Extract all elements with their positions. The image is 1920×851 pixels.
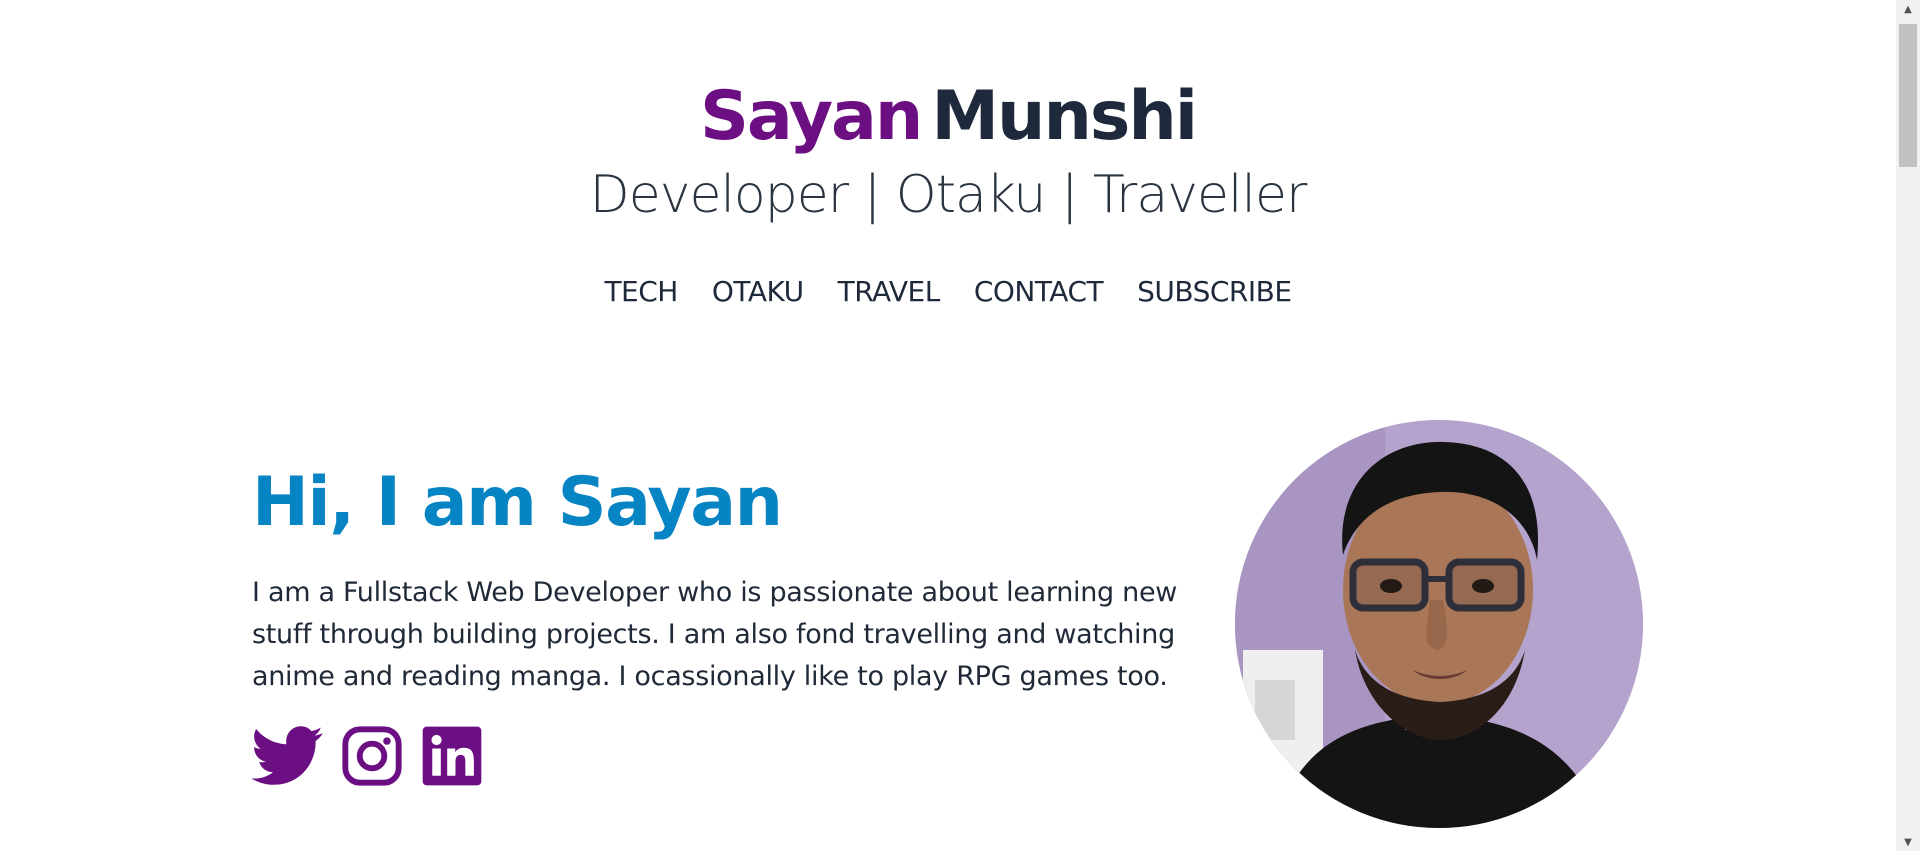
hero-title: Hi, I am Sayan xyxy=(252,463,783,542)
instagram-link[interactable] xyxy=(340,724,404,792)
scroll-up-icon[interactable]: ▲ xyxy=(1896,0,1920,18)
twitter-icon xyxy=(251,726,323,785)
site-tagline: Developer | Otaku | Traveller xyxy=(589,165,1308,225)
main-nav: TECH OTAKU TRAVEL CONTACT SUBSCRIBE xyxy=(0,272,1896,312)
nav-item-travel[interactable]: TRAVEL xyxy=(838,272,941,312)
vertical-scrollbar[interactable]: ▲ ▼ xyxy=(1896,0,1920,851)
profile-photo-illustration xyxy=(1235,420,1643,828)
brand-first-name: Sayan xyxy=(699,77,923,156)
instagram-icon xyxy=(342,726,402,786)
profile-photo xyxy=(1235,420,1643,828)
brand-last-name: Munshi xyxy=(931,77,1198,156)
nav-item-otaku[interactable]: OTAKU xyxy=(712,272,804,312)
linkedin-link[interactable] xyxy=(420,724,484,792)
linkedin-icon xyxy=(422,726,482,786)
nav-item-subscribe[interactable]: SUBSCRIBE xyxy=(1137,272,1292,312)
nav-item-contact[interactable]: CONTACT xyxy=(974,272,1104,312)
scroll-down-icon[interactable]: ▼ xyxy=(1896,833,1920,851)
site-brand[interactable]: Sayan Munshi xyxy=(0,76,1896,158)
page: Sayan Munshi Developer | Otaku | Travelle… xyxy=(0,0,1896,851)
scrollbar-thumb[interactable] xyxy=(1899,24,1917,167)
nav-item-tech[interactable]: TECH xyxy=(604,272,678,312)
social-links xyxy=(251,724,484,792)
hero-bio: I am a Fullstack Web Developer who is pa… xyxy=(252,577,1178,692)
twitter-link[interactable] xyxy=(251,724,324,792)
